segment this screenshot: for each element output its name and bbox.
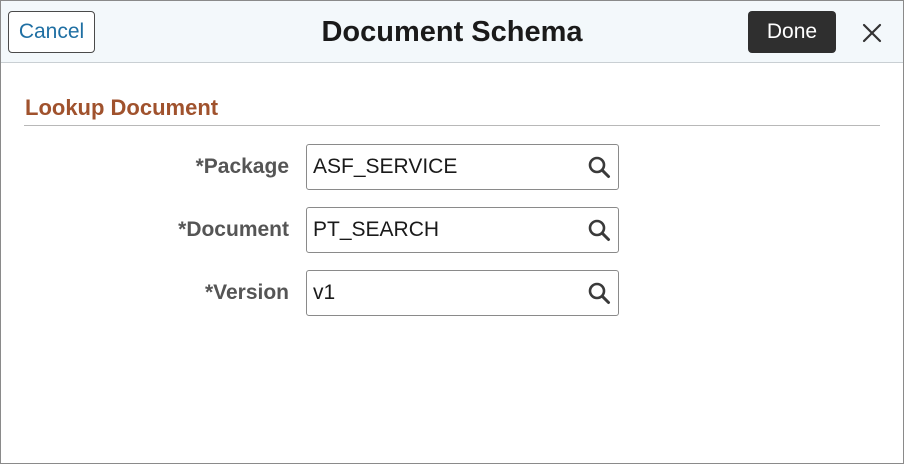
dialog-header: Cancel Document Schema Done: [1, 1, 903, 63]
version-search-button[interactable]: [587, 281, 611, 305]
package-input[interactable]: [313, 145, 573, 189]
search-icon: [588, 156, 610, 178]
package-row: *Package: [1, 144, 904, 190]
section-divider: [24, 125, 880, 126]
package-label: *Package: [195, 155, 289, 178]
close-icon: [862, 23, 882, 43]
section-title: Lookup Document: [25, 95, 219, 120]
version-row: *Version: [1, 270, 904, 316]
package-field: [306, 144, 619, 190]
close-button[interactable]: [857, 18, 887, 48]
document-input[interactable]: [313, 208, 573, 252]
search-icon: [588, 282, 610, 304]
version-input[interactable]: [313, 271, 573, 315]
package-search-button[interactable]: [587, 155, 611, 179]
document-search-button[interactable]: [587, 218, 611, 242]
done-button[interactable]: Done: [748, 11, 836, 53]
document-label: *Document: [178, 218, 289, 241]
version-label: *Version: [204, 281, 289, 304]
document-field: [306, 207, 619, 253]
document-schema-dialog: Cancel Document Schema Done Lookup Docum…: [0, 0, 904, 464]
version-field: [306, 270, 619, 316]
document-row: *Document: [1, 207, 904, 253]
search-icon: [588, 219, 610, 241]
